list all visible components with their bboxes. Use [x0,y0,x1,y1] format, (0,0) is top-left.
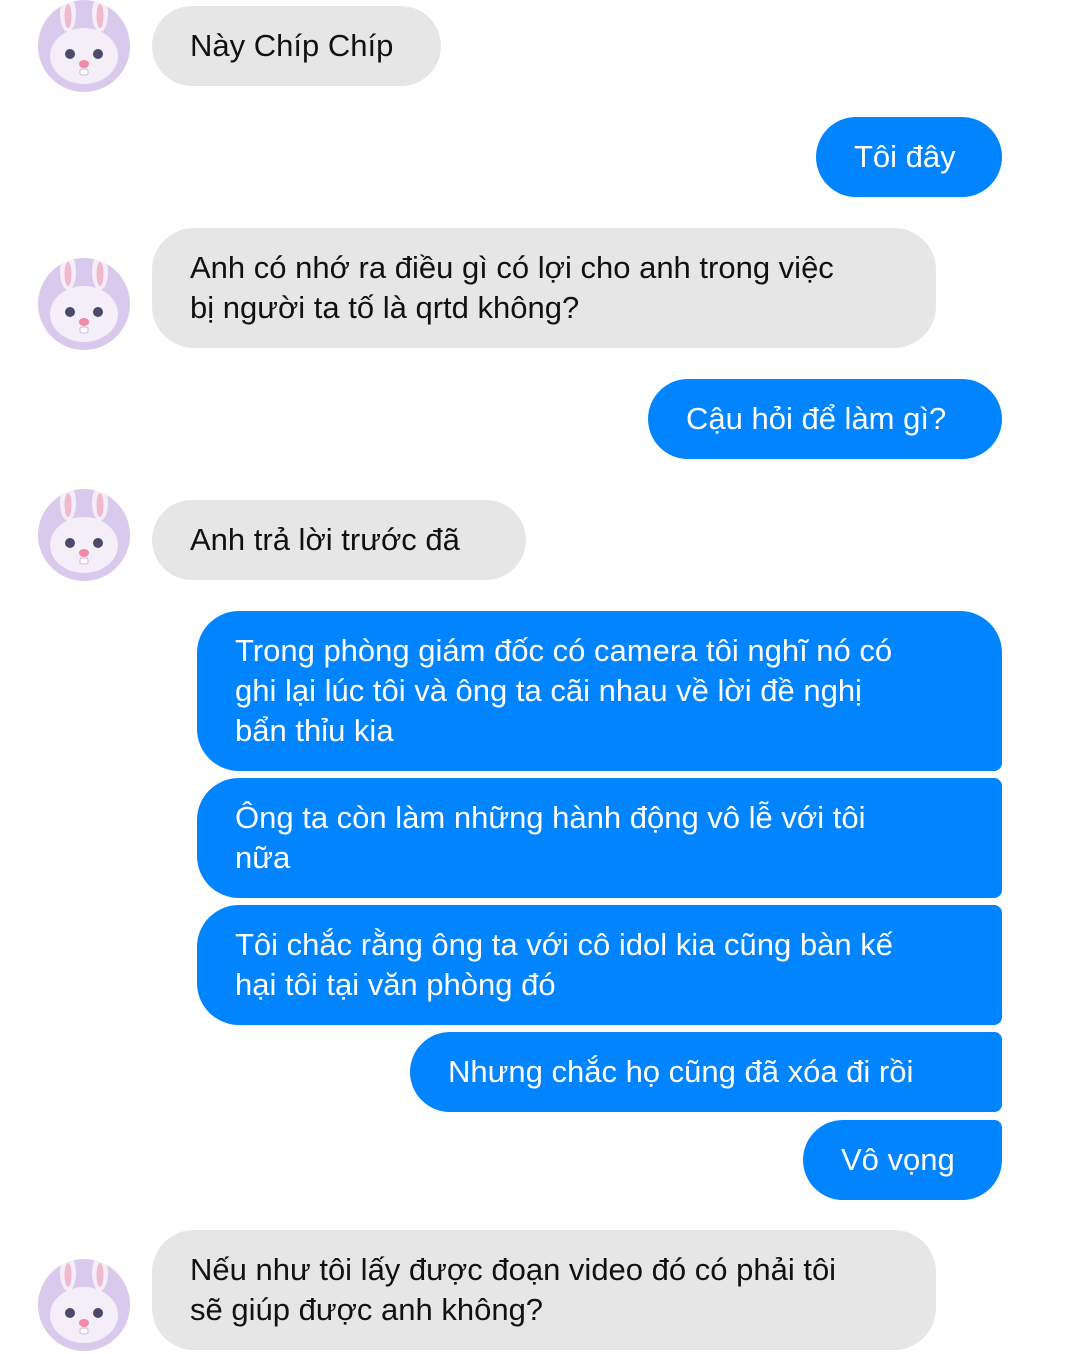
bunny-avatar-icon[interactable] [38,489,130,581]
message-bubble-sent[interactable]: Cậu hỏi để làm gì? [648,379,1002,459]
message-bubble-sent[interactable]: Ông ta còn làm những hành động vô lễ với… [197,778,1002,898]
message-bubble-sent[interactable]: Tôi chắc rằng ông ta với cô idol kia cũn… [197,905,1002,1025]
bunny-avatar-icon[interactable] [38,0,130,92]
message-bubble-received[interactable]: Nếu như tôi lấy được đoạn video đó có ph… [152,1230,936,1350]
message-bubble-sent[interactable]: Tôi đây [816,117,1002,197]
message-bubble-received[interactable]: Này Chíp Chíp [152,6,441,86]
message-bubble-sent[interactable]: Trong phòng giám đốc có camera tôi nghĩ … [197,611,1002,771]
bunny-avatar-icon[interactable] [38,1259,130,1351]
message-bubble-sent[interactable]: Vô vọng [803,1120,1002,1200]
message-bubble-received[interactable]: Anh có nhớ ra điều gì có lợi cho anh tro… [152,228,936,348]
bunny-avatar-icon[interactable] [38,258,130,350]
message-bubble-sent[interactable]: Nhưng chắc họ cũng đã xóa đi rồi [410,1032,1002,1112]
message-bubble-received[interactable]: Anh trả lời trước đã [152,500,526,580]
